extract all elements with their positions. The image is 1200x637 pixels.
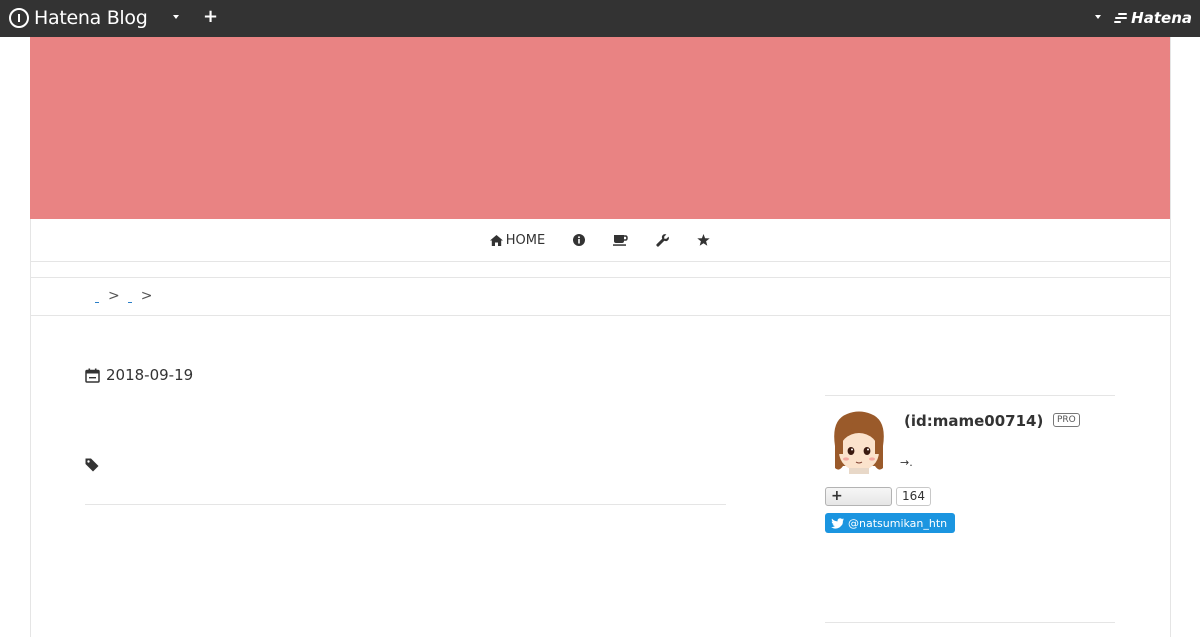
- breadcrumb-separator: >: [108, 288, 120, 304]
- blog-header-banner[interactable]: [30, 37, 1170, 219]
- avatar[interactable]: [829, 410, 889, 474]
- hatena-logo[interactable]: Hatena: [1114, 9, 1192, 27]
- twitter-follow-button[interactable]: @natsumikan_htn: [825, 513, 955, 533]
- breadcrumb-band: [30, 277, 1170, 316]
- nav-item-tools[interactable]: [656, 233, 670, 247]
- calendar-icon: [85, 368, 100, 383]
- nav-home-label: HOME: [505, 232, 546, 248]
- profile-id[interactable]: (id:mame00714): [904, 412, 1043, 430]
- sidebar-divider: [825, 395, 1115, 396]
- coffee-icon: [613, 235, 628, 246]
- dropdown-caret-icon[interactable]: [173, 15, 179, 19]
- twitter-handle: @natsumikan_htn: [848, 516, 948, 530]
- entry-date-text: 2018-09-19: [106, 366, 194, 384]
- nav-item-info[interactable]: [573, 234, 586, 246]
- plus-icon: +: [831, 488, 843, 504]
- breadcrumb-link[interactable]: [95, 301, 99, 303]
- hatena-company-name: Hatena: [1131, 9, 1192, 27]
- sidebar-divider: [825, 622, 1115, 623]
- entry-date[interactable]: 2018-09-19: [85, 366, 193, 384]
- global-nav: HOME: [30, 219, 1170, 262]
- subscriber-count: 164: [896, 487, 931, 506]
- hatena-blog-logo-icon: [9, 8, 29, 28]
- plus-icon[interactable]: +: [203, 5, 218, 29]
- nav-item-coffee[interactable]: [613, 234, 628, 246]
- account-dropdown-caret-icon[interactable]: [1095, 15, 1101, 19]
- breadcrumb: > >: [95, 288, 160, 304]
- pro-badge: PRO: [1053, 413, 1080, 427]
- brand-name: Hatena Blog: [34, 7, 148, 29]
- tag-icon: [85, 458, 99, 472]
- hatena-logo-icon: [1114, 12, 1128, 24]
- home-icon: [489, 234, 503, 246]
- nav-item-star[interactable]: [697, 234, 710, 246]
- breadcrumb-link[interactable]: [127, 301, 132, 303]
- wrench-icon: [656, 233, 670, 247]
- top-bar: Hatena Blog + Hatena: [0, 0, 1200, 37]
- nav-item-home[interactable]: HOME: [489, 232, 546, 248]
- breadcrumb-separator: >: [140, 288, 153, 304]
- star-icon: [697, 234, 710, 246]
- hatena-blog-brand[interactable]: Hatena Blog: [9, 6, 148, 30]
- info-icon: [573, 234, 586, 246]
- twitter-icon: [831, 517, 844, 529]
- profile-description: →.: [900, 456, 913, 469]
- article-divider: [85, 504, 726, 505]
- subscribe-button[interactable]: +: [825, 487, 892, 506]
